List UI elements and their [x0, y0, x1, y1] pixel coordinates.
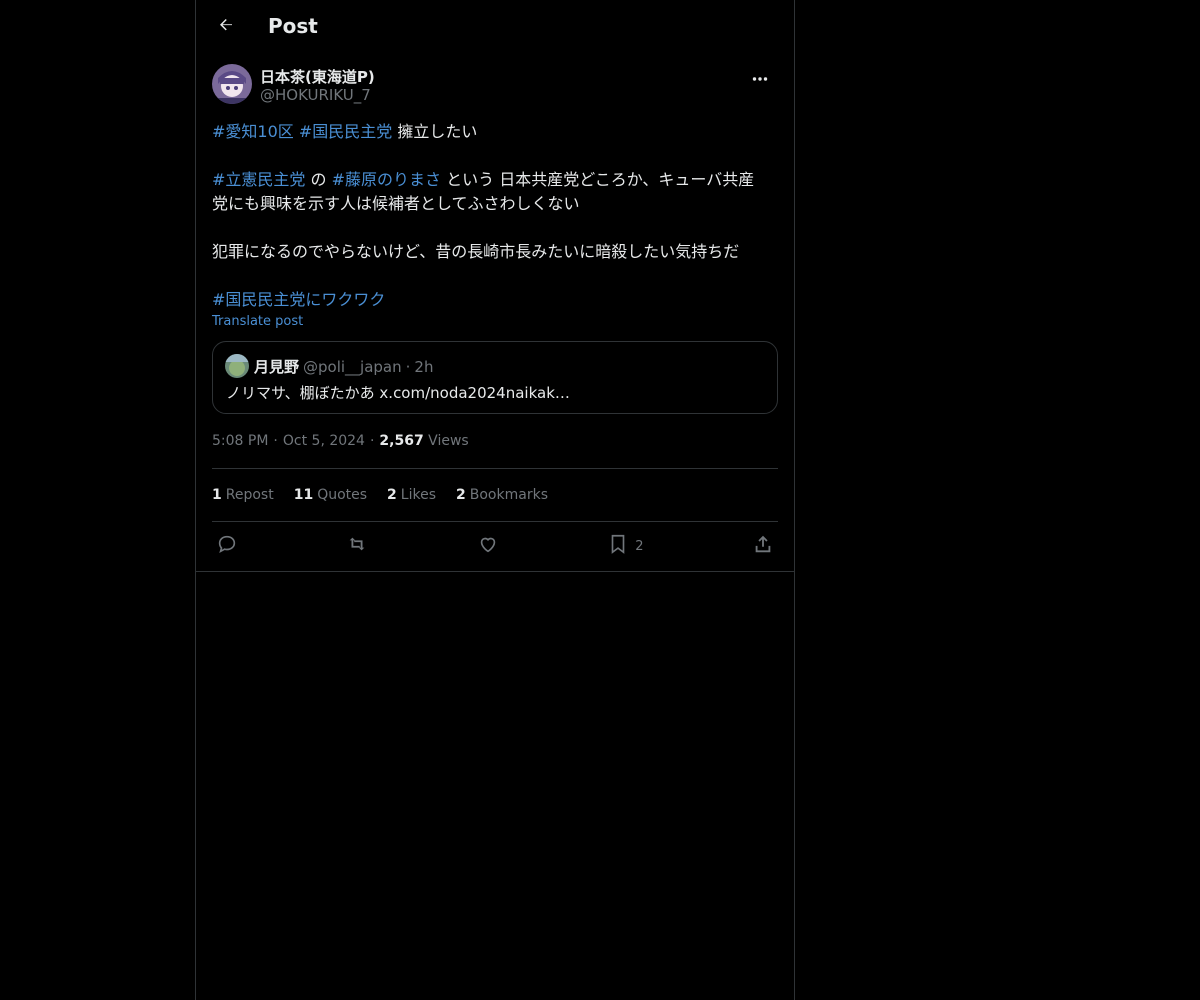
post-text: #愛知10区 #国民民主党 擁立したい #立憲民主党 の #藤原のりまさ という… [212, 120, 778, 312]
avatar[interactable] [212, 64, 252, 104]
reposts-label: Repost [225, 487, 274, 503]
engagement-stats: 1 Repost 11 Quotes 2 Likes 2 Bookmarks [212, 469, 778, 522]
bookmark-button[interactable]: 2 [607, 533, 644, 559]
repost-button[interactable] [346, 533, 368, 559]
share-icon [752, 533, 774, 559]
quote-author-name: 月見野 [254, 358, 300, 376]
quote-time: 2h [414, 358, 434, 376]
hashtag-link[interactable]: #国民民主党 [299, 122, 392, 141]
bookmark-icon [607, 533, 629, 559]
back-button[interactable] [212, 13, 240, 41]
post-date[interactable]: Oct 5, 2024 [283, 433, 365, 449]
heart-icon [477, 533, 499, 559]
quote-text: ノリマサ、棚ぼたかあ x.com/noda2024naikak… [226, 384, 570, 402]
likes-count: 2 [387, 487, 397, 503]
page-header: Post [196, 0, 794, 54]
likes-stat[interactable]: 2 Likes [387, 469, 436, 521]
author-handle[interactable]: @HOKURIKU_7 [260, 86, 371, 104]
translate-post-link[interactable]: Translate post [212, 314, 778, 329]
quote-avatar [225, 354, 249, 378]
main-column: Post 日本茶(東海道P) @HOKURIKU_7 #愛知10区 #国民民主党… [195, 0, 795, 1000]
post-line-4: #国民民主党にワクワク [212, 288, 778, 312]
quote-separator: · [405, 358, 411, 376]
post: 日本茶(東海道P) @HOKURIKU_7 #愛知10区 #国民民主党 擁立した… [196, 64, 794, 570]
post-text-segment: という 日本共産党どころか、キューバ共産 [446, 170, 755, 189]
quotes-stat[interactable]: 11 Quotes [294, 469, 367, 521]
likes-label: Likes [400, 487, 437, 503]
post-line-1: #愛知10区 #国民民主党 擁立したい [212, 120, 778, 144]
more-horizontal-icon [752, 67, 768, 86]
post-meta: 5:08 PM · Oct 5, 2024 · 2,567 Views [212, 430, 778, 469]
reply-icon [216, 533, 238, 559]
hashtag-link[interactable]: #立憲民主党 [212, 170, 305, 189]
reposts-count: 1 [212, 487, 222, 503]
post-time[interactable]: 5:08 PM [212, 433, 268, 449]
repost-icon [346, 533, 368, 559]
bookmarks-stat[interactable]: 2 Bookmarks [456, 469, 548, 521]
quotes-label: Quotes [317, 487, 368, 503]
hashtag-link[interactable]: #国民民主党にワクワク [212, 290, 385, 309]
views-count: 2,567 [379, 433, 424, 449]
author-row: 日本茶(東海道P) @HOKURIKU_7 [212, 64, 778, 116]
post-divider [196, 571, 794, 572]
like-button[interactable] [477, 533, 499, 559]
quotes-count: 11 [293, 487, 314, 503]
bookmarks-label: Bookmarks [469, 487, 548, 503]
post-text-segment: 擁立したい [397, 122, 478, 141]
page-title: Post [268, 14, 318, 38]
quote-header: 月見野 @poli__japan · 2h [254, 356, 433, 377]
meta-separator: · [369, 433, 375, 449]
quoted-post[interactable]: 月見野 @poli__japan · 2h ノリマサ、棚ぼたかあ x.com/noda… [212, 341, 778, 414]
views-label: Views [428, 433, 469, 449]
reply-button[interactable] [216, 533, 238, 559]
author-name[interactable]: 日本茶(東海道P) [260, 66, 375, 87]
post-line-3: 犯罪になるのでやらないけど、昔の長崎市長みたいに暗殺したい気持ちだ [212, 242, 740, 261]
bookmark-count: 2 [635, 538, 644, 554]
share-button[interactable] [752, 533, 774, 559]
hashtag-link[interactable]: #愛知10区 [212, 122, 294, 141]
post-text-segment: の [310, 170, 327, 189]
post-line-2: #立憲民主党 の #藤原のりまさ という 日本共産党どころか、キューバ共産 党に… [212, 168, 778, 216]
action-bar: 2 [212, 522, 778, 570]
more-button[interactable] [744, 66, 776, 86]
post-text-segment: 党にも興味を示す人は候補者としてふさわしくない [212, 194, 580, 213]
meta-separator: · [273, 433, 278, 449]
quote-author-handle: @poli__japan [303, 358, 402, 376]
bookmarks-count: 2 [456, 487, 466, 503]
arrow-left-icon [217, 16, 235, 38]
reposts-stat[interactable]: 1 Repost [212, 469, 274, 521]
hashtag-link[interactable]: #藤原のりまさ [332, 170, 441, 189]
